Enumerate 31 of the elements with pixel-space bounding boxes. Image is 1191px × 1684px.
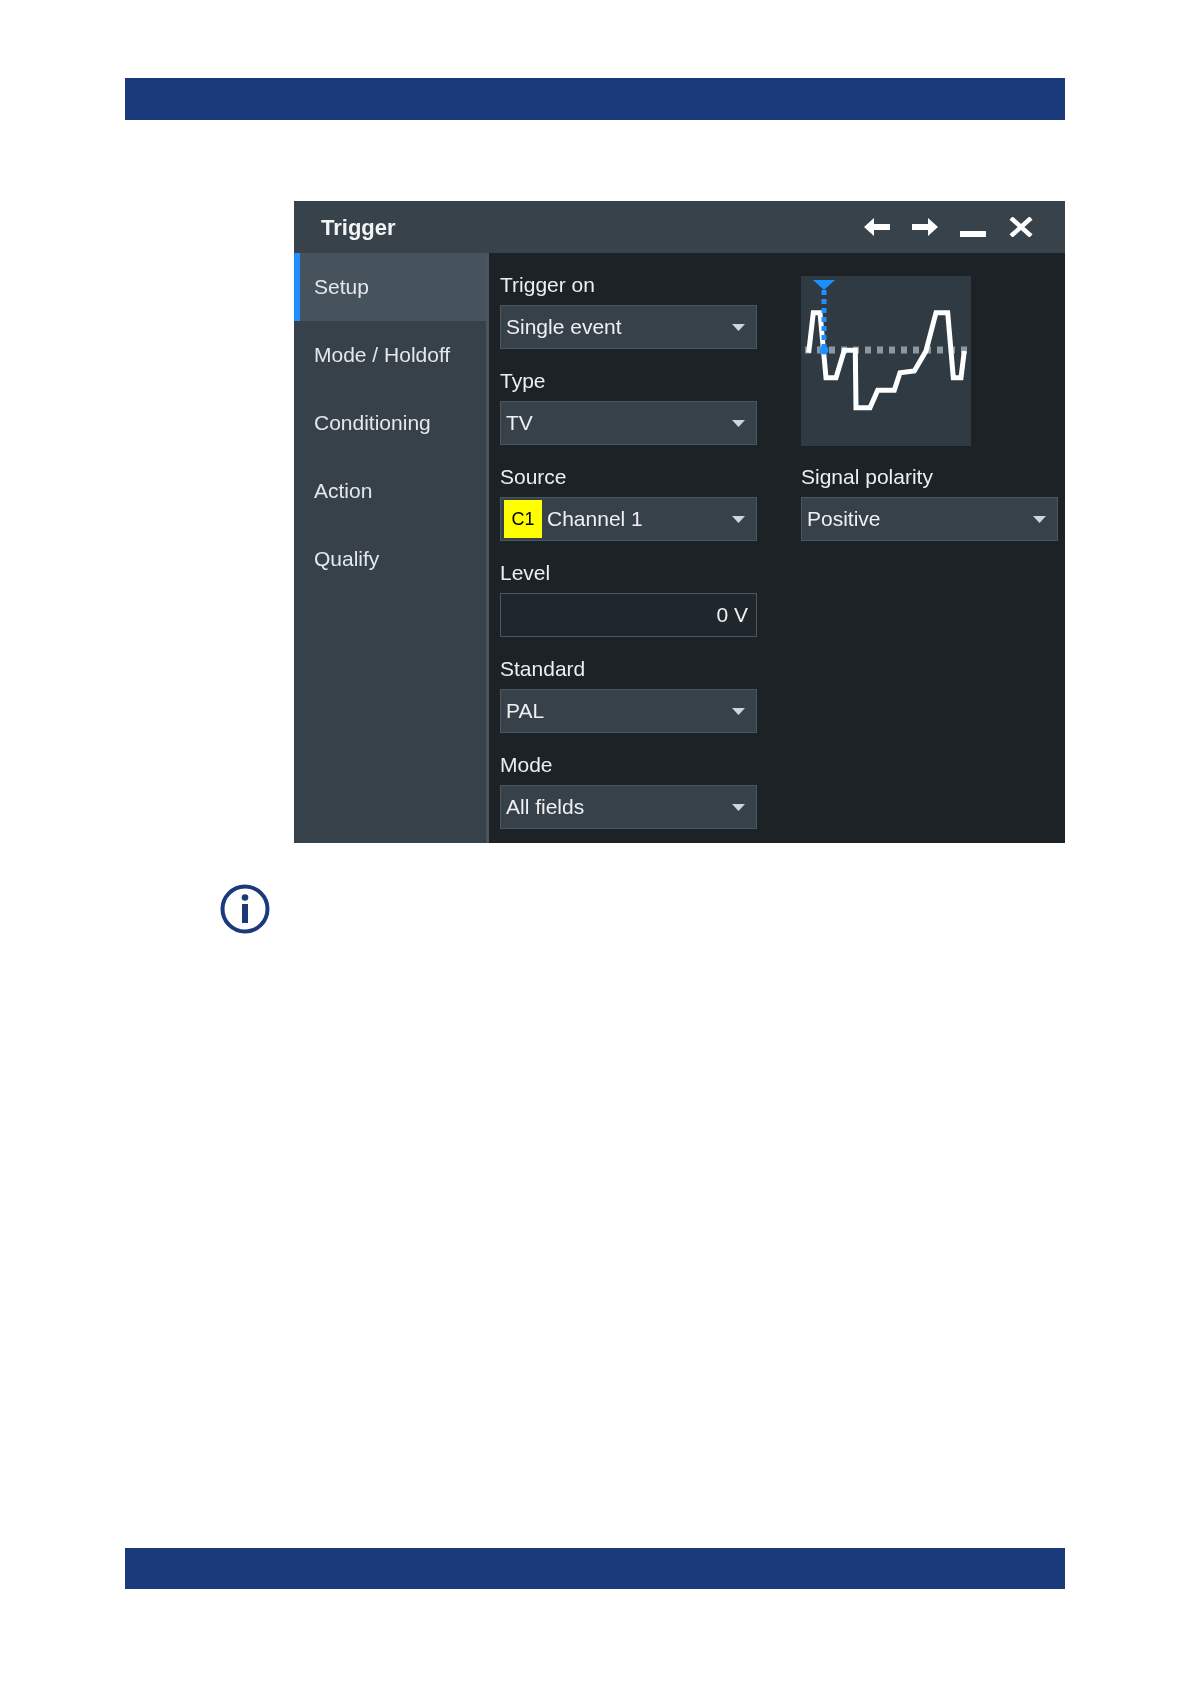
level-input[interactable]: 0 V	[500, 593, 757, 637]
field-label: Source	[500, 465, 567, 489]
caret-icon	[1033, 515, 1046, 523]
field-label: Mode	[500, 753, 553, 777]
field-label: Level	[500, 561, 551, 585]
sidebar-item[interactable]: Qualify	[294, 525, 486, 593]
dropdown[interactable]: Single event	[500, 305, 757, 349]
dropdown[interactable]: PAL	[500, 689, 757, 733]
field-label: Signal polarity	[801, 465, 933, 489]
dropdown[interactable]: Positive	[801, 497, 1058, 541]
caret-icon	[732, 803, 745, 811]
sidebar-item[interactable]: Action	[294, 457, 486, 525]
info-icon	[220, 884, 270, 934]
arrow-left-icon[interactable]	[864, 217, 890, 237]
caret-icon	[732, 419, 745, 427]
sidebar-item[interactable]: Mode / Holdoff	[294, 321, 486, 389]
field-label: Trigger on	[500, 273, 595, 297]
arrow-right-icon[interactable]	[912, 217, 938, 237]
field-label: Standard	[500, 657, 586, 681]
channel-tag: C1	[504, 500, 542, 538]
sidebar-item[interactable]: Setup	[294, 253, 486, 321]
caret-icon	[732, 707, 745, 715]
sidebar-item[interactable]: Conditioning	[294, 389, 486, 457]
dropdown[interactable]: C1 Channel 1	[500, 497, 757, 541]
close-icon[interactable]	[1008, 217, 1034, 237]
dropdown[interactable]: TV	[500, 401, 757, 445]
caret-icon	[732, 515, 745, 523]
dropdown[interactable]: All fields	[500, 785, 757, 829]
window-title: Trigger	[321, 213, 396, 242]
field-label: Type	[500, 369, 546, 393]
caret-icon	[732, 323, 745, 331]
